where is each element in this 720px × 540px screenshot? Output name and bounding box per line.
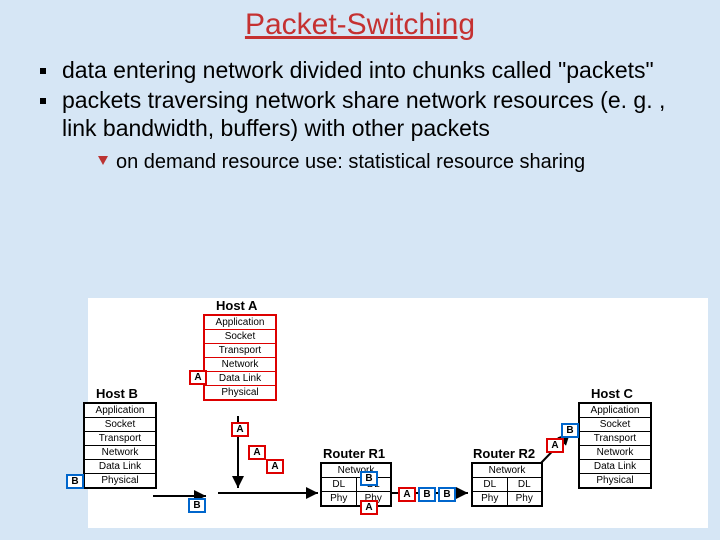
router-r2-label: Router R2 xyxy=(473,446,535,461)
packet-a: A xyxy=(266,459,284,474)
layer-network: Network xyxy=(85,445,155,459)
layer-transport: Transport xyxy=(205,343,275,357)
packet-a: A xyxy=(360,500,378,515)
network-diagram: Host A Application Socket Transport Netw… xyxy=(88,298,708,528)
layer-transport: Transport xyxy=(85,431,155,445)
router-r2-stack: Network DL DL Phy Phy xyxy=(471,462,543,507)
packet-b: B xyxy=(561,423,579,438)
packet-b: B xyxy=(418,487,436,502)
layer-phy: Phy xyxy=(322,491,356,505)
slide-title: Packet-Switching xyxy=(0,8,720,42)
layer-datalink: Data Link xyxy=(205,371,275,385)
packet-b: B xyxy=(438,487,456,502)
packet-a: A xyxy=(189,370,207,385)
layer-socket: Socket xyxy=(205,329,275,343)
layer-app: Application xyxy=(85,404,155,417)
layer-datalink: Data Link xyxy=(580,459,650,473)
bullet-2: packets traversing network share network… xyxy=(36,86,698,174)
packet-a: A xyxy=(248,445,266,460)
layer-transport: Transport xyxy=(580,431,650,445)
layer-dl: DL xyxy=(473,477,507,491)
layer-physical: Physical xyxy=(85,473,155,487)
layer-physical: Physical xyxy=(205,385,275,399)
packet-b: B xyxy=(66,474,84,489)
layer-phy: Phy xyxy=(507,491,542,505)
host-a-label: Host A xyxy=(216,298,257,313)
layer-app: Application xyxy=(205,316,275,329)
layer-app: Application xyxy=(580,404,650,417)
layer-network: Network xyxy=(473,464,541,477)
layer-network: Network xyxy=(322,464,390,477)
host-b-label: Host B xyxy=(96,386,138,401)
layer-physical: Physical xyxy=(580,473,650,487)
packet-b: B xyxy=(360,471,378,486)
host-b-stack: Application Socket Transport Network Dat… xyxy=(83,402,157,489)
layer-socket: Socket xyxy=(580,417,650,431)
host-a-stack: Application Socket Transport Network Dat… xyxy=(203,314,277,401)
packet-a: A xyxy=(546,438,564,453)
bullet-2-text: packets traversing network share network… xyxy=(62,87,665,141)
layer-network: Network xyxy=(580,445,650,459)
packet-a: A xyxy=(231,422,249,437)
router-r1-label: Router R1 xyxy=(323,446,385,461)
host-c-label: Host C xyxy=(591,386,633,401)
bullet-list: data entering network divided into chunk… xyxy=(0,56,720,174)
host-c-stack: Application Socket Transport Network Dat… xyxy=(578,402,652,489)
router-r1-stack: Network DL DL Phy Phy xyxy=(320,462,392,507)
sub-bullet-1: on demand resource use: statistical reso… xyxy=(96,150,698,174)
bullet-1: data entering network divided into chunk… xyxy=(36,56,698,84)
packet-b: B xyxy=(188,498,206,513)
layer-dl: DL xyxy=(322,477,356,491)
sub-bullet-list: on demand resource use: statistical reso… xyxy=(62,150,698,174)
layer-socket: Socket xyxy=(85,417,155,431)
layer-dl: DL xyxy=(507,477,542,491)
layer-datalink: Data Link xyxy=(85,459,155,473)
layer-network: Network xyxy=(205,357,275,371)
packet-a: A xyxy=(398,487,416,502)
layer-phy: Phy xyxy=(473,491,507,505)
